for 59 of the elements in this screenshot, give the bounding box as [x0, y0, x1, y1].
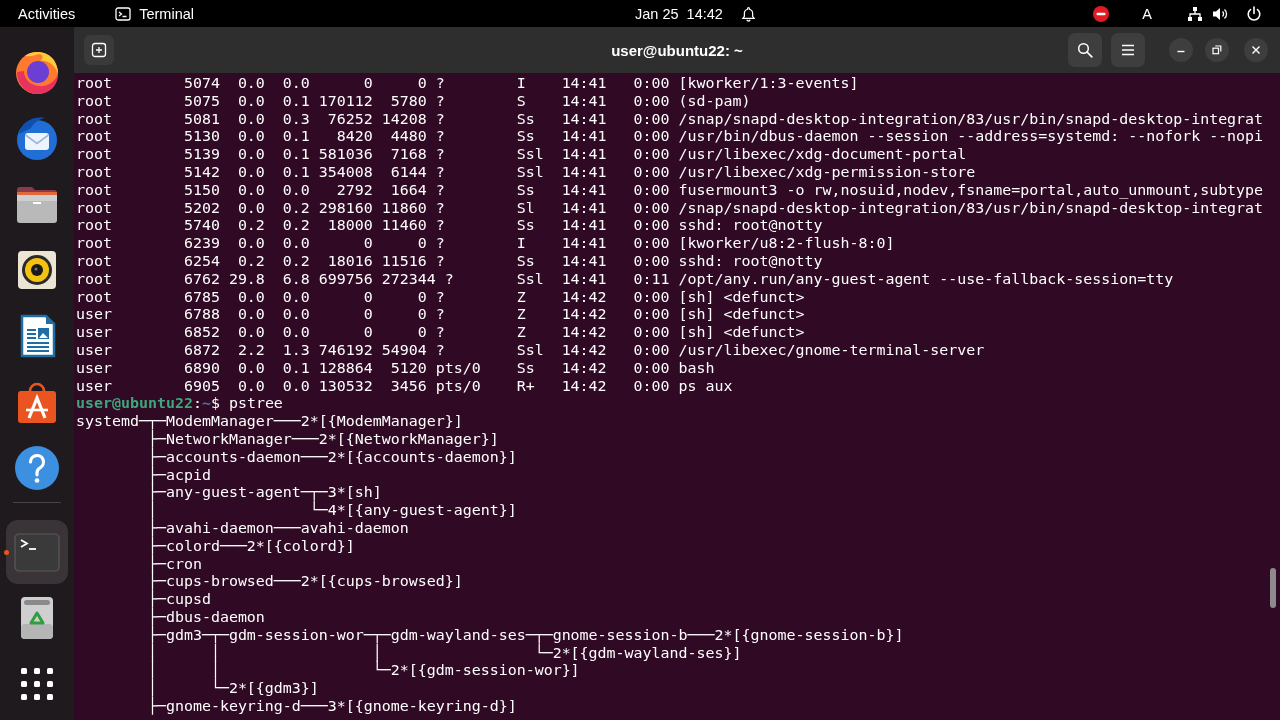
- terminal-line: root 5081 0.0 0.3 76252 14208 ? Ss 14:41 0:00 /snap/snapd-desktop-integration/83/usr/bin/snapd-desktop-integrat: [76, 110, 1264, 129]
- restore-icon: [1212, 45, 1222, 55]
- new-tab-icon: [91, 42, 107, 58]
- bell-icon: [740, 5, 756, 22]
- terminal-line: root 5202 0.0 0.2 298160 11860 ? Sl 14:41 0:00 /snap/snapd-desktop-integration/83/usr/bin/snapd-desktop-integrat: [76, 199, 1264, 218]
- window-title: user@ubuntu22: ~: [611, 41, 743, 59]
- close-button[interactable]: [1244, 38, 1268, 62]
- no-entry-icon[interactable]: [1093, 5, 1110, 22]
- terminal-line: ├─acpid: [146, 466, 211, 484]
- terminal-line: │ │ └─2*[{gdm-session-wor}]: [146, 662, 580, 680]
- app-grid-icon[interactable]: [21, 668, 53, 700]
- terminal-line: root 6239 0.0 0.0 0 0 ? I 14:41 0:00 [kworker/u8:2-flush-8:0]: [76, 235, 895, 253]
- power-icon[interactable]: [1246, 5, 1262, 22]
- input-source-button[interactable]: A: [1136, 2, 1158, 25]
- terminal-line: ├─gdm3─┬─gdm-session-wor─┬─gdm-wayland-ses─┬─gnome-session-b───2*[{gnome-session-b}]: [146, 626, 904, 644]
- terminal-line: ├─cups-browsed───2*[{cups-browsed}]: [146, 573, 463, 591]
- terminal-line: ├─colord───2*[{colord}]: [146, 537, 355, 555]
- terminal-line: systemd─┬─ModemManager───2*[{ModemManager}]: [76, 413, 463, 431]
- terminal-icon: [115, 5, 132, 22]
- activities-button[interactable]: Activities: [12, 2, 82, 25]
- terminal-line: │ └─2*[{gdm3}]: [146, 680, 319, 698]
- terminal-line: ├─cupsd: [146, 591, 211, 609]
- terminal-line: root 5139 0.0 0.1 581036 7168 ? Ssl 14:41 0:00 /usr/libexec/xdg-document-portal: [76, 146, 967, 164]
- terminal-line: user 6872 2.2 1.3 746192 54904 ? Ssl 14:42 0:00 /usr/libexec/gnome-terminal-server: [76, 341, 985, 360]
- volume-icon[interactable]: [1212, 5, 1228, 22]
- terminal-line: root 5130 0.0 0.1 8420 4480 ? Ss 14:41 0:00 /usr/bin/dbus-daemon --session --address=systemd: --nofork --nopi: [76, 128, 1264, 147]
- terminal-line: ├─accounts-daemon───2*[{accounts-daemon}]: [146, 448, 517, 466]
- terminal-line: root 5075 0.0 0.1 170112 5780 ? S 14:41 0:00 (sd-pam): [76, 92, 751, 111]
- help-icon: [13, 444, 61, 492]
- shell-prompt-line: user@ubuntu22:~$ pstree: [76, 395, 283, 414]
- restore-button[interactable]: [1205, 38, 1229, 62]
- terminal-line: ├─avahi-daemon───avahi-daemon: [146, 519, 409, 537]
- terminal-line: ├─NetworkManager───2*[{NetworkManager}]: [147, 430, 499, 448]
- new-tab-button[interactable]: [84, 35, 114, 65]
- network-icon[interactable]: [1187, 5, 1203, 22]
- menu-icon: [1120, 42, 1136, 58]
- clock-button[interactable]: Jan 25 14:42: [629, 2, 762, 25]
- terminal-line: root 5740 0.2 0.2 18000 11460 ? Ss 14:41 0:00 sshd: root@notty: [76, 217, 823, 236]
- search-button[interactable]: [1068, 33, 1102, 67]
- terminal-line: user 6852 0.0 0.0 0 0 ? Z 14:42 0:00 [sh] <defunct>: [76, 324, 805, 342]
- close-icon: [1251, 45, 1261, 55]
- terminal-line: root 6254 0.2 0.2 18016 11516 ? Ss 14:41 0:00 sshd: root@notty: [76, 252, 823, 271]
- terminal-line: ├─any-guest-agent─┬─3*[sh]: [146, 484, 382, 502]
- terminal-line: ├─gnome-keyring-d───3*[{gnome-keyring-d}]: [146, 697, 517, 716]
- terminal-line: root 5150 0.0 0.0 2792 1664 ? Ss 14:41 0:00 fusermount3 -o rw,nosuid,nodev,fsname=portal,auto_unmount,subtype: [76, 181, 1264, 200]
- app-menu-button[interactable]: Terminal: [109, 2, 200, 25]
- terminal-line: │ └─4*[{any-guest-agent}]: [146, 502, 517, 520]
- scrollbar-thumb[interactable]: [1270, 568, 1276, 608]
- terminal-line: user 6788 0.0 0.0 0 0 ? Z 14:42 0:00 [sh] <defunct>: [76, 306, 805, 325]
- terminal-line: root 5074 0.0 0.0 0 0 ? I 14:41 0:00 [kworker/1:3-events]: [76, 75, 859, 93]
- menu-button[interactable]: [1111, 33, 1145, 67]
- terminal-line: root 6762 29.8 6.8 699756 272344 ? Ssl 14:41 0:11 /opt/any.run/any-guest-agent --use-fallback-session=tty: [76, 270, 1174, 289]
- terminal-line: ├─dbus-daemon: [146, 608, 265, 626]
- search-icon: [1077, 42, 1093, 58]
- terminal-line: user 6905 0.0 0.0 130532 3456 pts/0 R+ 14:42 0:00 ps aux: [76, 377, 733, 396]
- terminal-line: root 5142 0.0 0.1 354008 6144 ? Ssl 14:41 0:00 /usr/libexec/xdg-permission-store: [76, 164, 976, 182]
- terminal-line: root 6785 0.0 0.0 0 0 ? Z 14:42 0:00 [sh] <defunct>: [76, 288, 805, 307]
- terminal-line: user 6890 0.0 0.1 128864 5120 pts/0 Ss 14:42 0:00 bash: [76, 359, 715, 378]
- terminal-line: ├─cron: [146, 555, 202, 573]
